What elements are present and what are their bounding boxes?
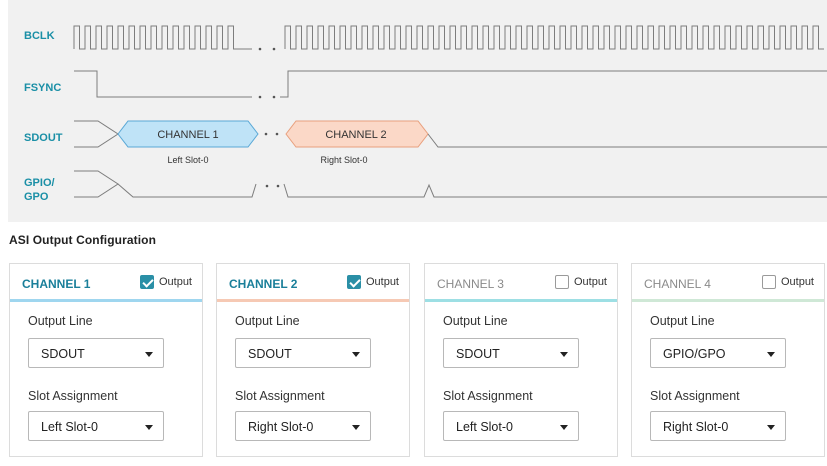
gap-dot (272, 47, 276, 51)
sdout-channel2-slot-label: Right Slot-0 (320, 155, 367, 165)
output-line-value: SDOUT (41, 347, 85, 361)
channel-card-header: CHANNEL 3 Output (425, 264, 617, 302)
sdout-channel1-label: CHANNEL 1 (157, 129, 218, 141)
output-line-label: Output Line (443, 314, 508, 328)
output-checkbox[interactable] (139, 275, 154, 289)
sdout-channel1-slot-label: Left Slot-0 (167, 155, 208, 165)
gpio-waveform-part1 (117, 183, 257, 198)
chevron-down-icon (767, 425, 775, 430)
output-checkbox-group[interactable]: Output (554, 275, 607, 289)
fsync-waveform-part2 (280, 70, 827, 98)
channel-card-header: CHANNEL 2 Output (217, 264, 409, 302)
slot-assignment-value: Left Slot-0 (41, 420, 98, 434)
output-checkbox[interactable] (554, 275, 569, 289)
channel-card-2: CHANNEL 2 Output Output Line SDOUT Slot … (216, 263, 410, 457)
output-checkbox-group[interactable]: Output (346, 275, 399, 289)
channel-card-4: CHANNEL 4 Output Output Line GPIO/GPO Sl… (631, 263, 825, 457)
gap-dot (272, 95, 276, 99)
bclk-waveform-part2 (284, 25, 824, 50)
sdout-idle-right (427, 133, 827, 148)
output-line-value: SDOUT (456, 347, 500, 361)
gap-dot (276, 184, 280, 188)
gpio-waveform-part2 (283, 183, 827, 198)
output-line-value: GPIO/GPO (663, 347, 726, 361)
slot-assignment-label: Slot Assignment (28, 389, 118, 403)
chevron-down-icon (767, 352, 775, 357)
signal-label-gpio: GPIO/ (24, 177, 55, 189)
output-line-value: SDOUT (248, 347, 292, 361)
slot-assignment-value: Right Slot-0 (248, 420, 314, 434)
channel-title: CHANNEL 1 (22, 277, 91, 291)
channel-card-header: CHANNEL 4 Output (632, 264, 824, 302)
sdout-idle-left (74, 120, 119, 148)
slot-assignment-label: Slot Assignment (235, 389, 325, 403)
slot-assignment-value: Left Slot-0 (456, 420, 513, 434)
output-line-label: Output Line (28, 314, 93, 328)
gap-dot (258, 47, 262, 51)
gap-dot (265, 184, 269, 188)
chevron-down-icon (560, 352, 568, 357)
output-line-select[interactable]: GPIO/GPO (650, 338, 786, 368)
timing-diagram-svg: BCLK FSYNC SDOUT GPIO/ GPO CHANNEL 1 Lef… (24, 25, 827, 203)
chevron-down-icon (352, 425, 360, 430)
output-checkbox-label: Output (573, 276, 607, 288)
slot-assignment-select[interactable]: Left Slot-0 (443, 411, 579, 441)
output-checkbox-label: Output (365, 276, 399, 288)
channel-title: CHANNEL 2 (229, 277, 298, 291)
slot-assignment-select[interactable]: Right Slot-0 (650, 411, 786, 441)
slot-assignment-label: Slot Assignment (650, 389, 740, 403)
channel-card-1: CHANNEL 1 Output Output Line SDOUT Slot … (9, 263, 203, 457)
gap-dot (258, 95, 262, 99)
channel-card-header: CHANNEL 1 Output (10, 264, 202, 302)
chevron-down-icon (145, 425, 153, 430)
output-line-select[interactable]: SDOUT (235, 338, 371, 368)
slot-assignment-label: Slot Assignment (443, 389, 533, 403)
gap-dot (275, 132, 279, 136)
output-checkbox-label: Output (780, 276, 814, 288)
channel-title: CHANNEL 4 (644, 277, 711, 291)
gap-dot (264, 132, 268, 136)
signal-label-bclk: BCLK (24, 30, 55, 42)
chevron-down-icon (145, 352, 153, 357)
channel-title: CHANNEL 3 (437, 277, 504, 291)
output-checkbox-label: Output (158, 276, 192, 288)
output-line-label: Output Line (650, 314, 715, 328)
chevron-down-icon (352, 352, 360, 357)
output-checkbox-group[interactable]: Output (139, 275, 192, 289)
timing-diagram: BCLK FSYNC SDOUT GPIO/ GPO CHANNEL 1 Lef… (8, 0, 827, 222)
chevron-down-icon (560, 425, 568, 430)
output-line-select[interactable]: SDOUT (28, 338, 164, 368)
slot-assignment-select[interactable]: Right Slot-0 (235, 411, 371, 441)
bclk-waveform-part1 (73, 25, 252, 50)
output-line-select[interactable]: SDOUT (443, 338, 579, 368)
gpio-idle-left (74, 170, 119, 198)
output-checkbox-group[interactable]: Output (761, 275, 814, 289)
signal-label-gpo: GPO (24, 191, 49, 203)
slot-assignment-value: Right Slot-0 (663, 420, 729, 434)
sdout-channel2-label: CHANNEL 2 (325, 129, 386, 141)
output-line-label: Output Line (235, 314, 300, 328)
channel-card-3: CHANNEL 3 Output Output Line SDOUT Slot … (424, 263, 618, 457)
signal-label-sdout: SDOUT (24, 132, 63, 144)
output-checkbox[interactable] (761, 275, 776, 289)
slot-assignment-select[interactable]: Left Slot-0 (28, 411, 164, 441)
fsync-waveform-part1 (74, 70, 252, 98)
section-title: ASI Output Configuration (9, 233, 157, 247)
signal-label-fsync: FSYNC (24, 82, 61, 94)
output-checkbox[interactable] (346, 275, 361, 289)
